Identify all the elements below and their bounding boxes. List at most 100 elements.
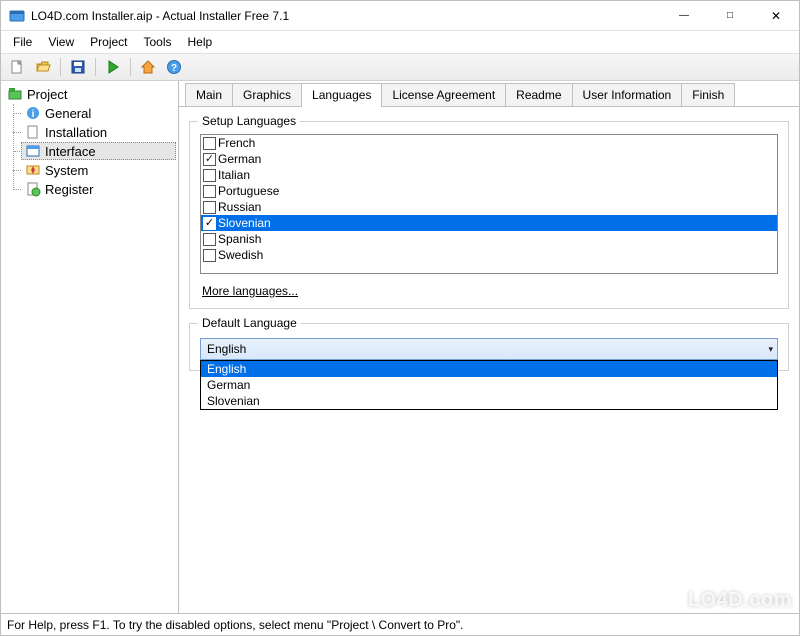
tree-root-label: Project <box>27 87 67 102</box>
language-checkbox[interactable] <box>203 169 216 182</box>
tab-body: Setup Languages FrenchGermanItalianPortu… <box>179 107 799 613</box>
toolbar-separator <box>130 58 131 76</box>
language-label: Russian <box>218 200 261 214</box>
tree-item-label: Interface <box>45 144 96 159</box>
tree-item-label: General <box>45 106 91 121</box>
language-row[interactable]: Russian <box>201 199 777 215</box>
window-title: LO4D.com Installer.aip - Actual Installe… <box>31 9 661 23</box>
new-file-icon <box>9 59 25 75</box>
language-label: Italian <box>218 168 250 182</box>
register-icon <box>25 181 41 197</box>
language-checkbox[interactable] <box>203 153 216 166</box>
language-row[interactable]: Spanish <box>201 231 777 247</box>
tree-item-label: Installation <box>45 125 107 140</box>
content-pane: Main Graphics Languages License Agreemen… <box>179 81 799 613</box>
maximize-button[interactable]: □ <box>707 1 753 30</box>
group-legend: Setup Languages <box>198 114 300 128</box>
tree-item-installation[interactable]: Installation <box>21 123 176 141</box>
menu-view[interactable]: View <box>40 33 82 51</box>
menu-file[interactable]: File <box>5 33 40 51</box>
tree-item-label: Register <box>45 182 93 197</box>
language-row[interactable]: Slovenian <box>201 215 777 231</box>
language-list[interactable]: FrenchGermanItalian Portuguese Russian Slov… <box>201 135 777 273</box>
language-row[interactable]: French <box>201 135 777 151</box>
watermark: LO4D.com <box>656 588 792 612</box>
svg-text:i: i <box>32 109 35 120</box>
statusbar-text: For Help, press F1. To try the disabled … <box>7 618 464 632</box>
tab-readme[interactable]: Readme <box>505 83 572 106</box>
language-checkbox[interactable] <box>203 233 216 246</box>
chevron-down-icon: ▾ <box>768 344 773 355</box>
combo-option[interactable]: English <box>201 361 777 377</box>
language-row[interactable]: Swedish <box>201 247 777 263</box>
language-checkbox[interactable] <box>203 249 216 262</box>
menubar: File View Project Tools Help <box>1 31 799 53</box>
app-window: LO4D.com Installer.aip - Actual Installe… <box>0 0 800 636</box>
project-icon <box>7 86 23 102</box>
language-label: French <box>218 136 255 150</box>
toolbar-separator <box>95 58 96 76</box>
tree-children: i General Installation Interface System <box>21 104 176 198</box>
tab-languages[interactable]: Languages <box>301 83 382 107</box>
info-icon: i <box>25 105 41 121</box>
toolbar-help[interactable]: ? <box>162 56 186 78</box>
system-icon <box>25 162 41 178</box>
language-row[interactable]: Portuguese <box>201 183 777 199</box>
tree-root-project[interactable]: Project <box>3 85 176 103</box>
language-label: Swedish <box>218 248 263 262</box>
minimize-button[interactable]: — <box>661 1 707 30</box>
help-icon: ? <box>166 59 182 75</box>
tab-graphics[interactable]: Graphics <box>232 83 302 106</box>
tab-strip: Main Graphics Languages License Agreemen… <box>179 81 799 107</box>
tab-user-info[interactable]: User Information <box>572 83 683 106</box>
combo-selected-value: English <box>207 342 246 356</box>
default-language-dropdown[interactable]: EnglishGermanSlovenian <box>200 360 778 410</box>
menu-project[interactable]: Project <box>82 33 135 51</box>
home-icon <box>140 59 156 75</box>
play-icon <box>105 59 121 75</box>
language-row[interactable]: German <box>201 151 777 167</box>
toolbar-run[interactable] <box>101 56 125 78</box>
toolbar-home[interactable] <box>136 56 160 78</box>
titlebar: LO4D.com Installer.aip - Actual Installe… <box>1 1 799 31</box>
tree-item-general[interactable]: i General <box>21 104 176 122</box>
watermark-ring-icon <box>656 588 680 612</box>
toolbar-open[interactable] <box>31 56 55 78</box>
tab-license[interactable]: License Agreement <box>381 83 506 106</box>
watermark-text: LO4D.com <box>688 589 792 612</box>
language-checkbox[interactable] <box>203 201 216 214</box>
language-label: Spanish <box>218 232 261 246</box>
statusbar: For Help, press F1. To try the disabled … <box>1 613 799 635</box>
language-label: Slovenian <box>218 216 271 230</box>
svg-text:?: ? <box>171 63 177 74</box>
language-checkbox[interactable] <box>203 137 216 150</box>
toolbar-new[interactable] <box>5 56 29 78</box>
tree-item-label: System <box>45 163 88 178</box>
toolbar: ? <box>1 53 799 81</box>
window-controls: — □ ✕ <box>661 1 799 30</box>
language-label: Portuguese <box>218 184 279 198</box>
menu-help[interactable]: Help <box>180 33 221 51</box>
language-checkbox[interactable] <box>203 217 216 230</box>
page-icon <box>25 124 41 140</box>
app-icon <box>9 8 25 24</box>
language-checkbox[interactable] <box>203 185 216 198</box>
tree-item-register[interactable]: Register <box>21 180 176 198</box>
combo-option[interactable]: German <box>201 377 777 393</box>
menu-tools[interactable]: Tools <box>136 33 180 51</box>
tab-finish[interactable]: Finish <box>681 83 735 106</box>
tree-item-system[interactable]: System <box>21 161 176 179</box>
group-setup-languages: Setup Languages FrenchGermanItalianPortu… <box>189 121 789 309</box>
close-button[interactable]: ✕ <box>753 1 799 30</box>
save-icon <box>70 59 86 75</box>
more-languages-link[interactable]: More languages... <box>202 284 298 298</box>
tree-pane[interactable]: Project i General Installation Interface <box>1 81 179 613</box>
tree-item-interface[interactable]: Interface <box>21 142 176 160</box>
default-language-combo[interactable]: English ▾ <box>200 338 778 360</box>
interface-icon <box>25 143 41 159</box>
combo-option[interactable]: Slovenian <box>201 393 777 409</box>
tab-main[interactable]: Main <box>185 83 233 106</box>
toolbar-save[interactable] <box>66 56 90 78</box>
group-legend: Default Language <box>198 316 301 330</box>
language-row[interactable]: Italian <box>201 167 777 183</box>
